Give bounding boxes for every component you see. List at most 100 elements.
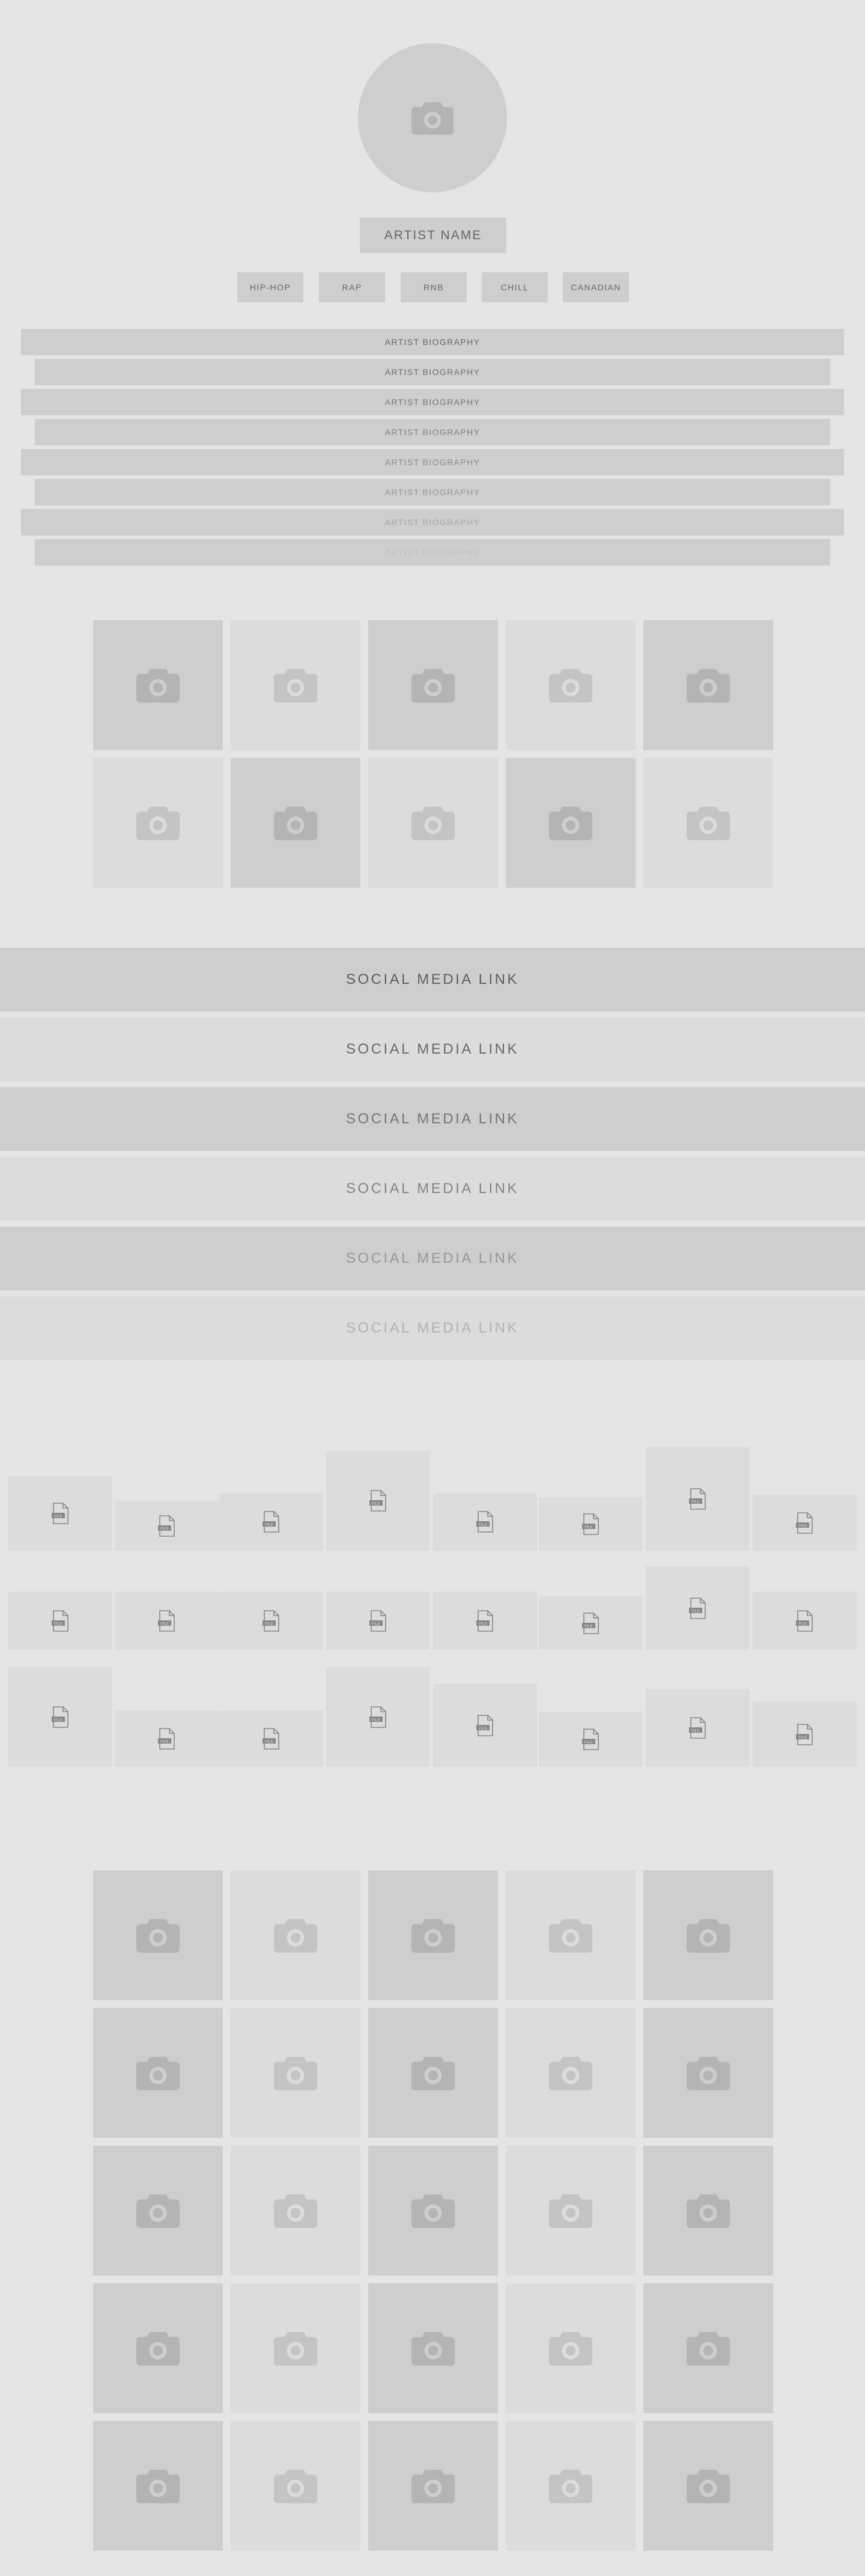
photo-tile[interactable] xyxy=(368,2146,498,2275)
genre-tag-hip-hop[interactable]: HIP-HOP xyxy=(237,272,303,302)
file-icon: FILE xyxy=(476,1714,494,1736)
file-badge: FILE xyxy=(54,1622,62,1626)
camera-icon xyxy=(272,2330,319,2367)
photo-tile[interactable] xyxy=(231,2146,360,2275)
social-media-link[interactable]: SOCIAL MEDIA LINK xyxy=(0,948,865,1012)
file-icon: FILE xyxy=(688,1488,707,1510)
file-item[interactable]: FILE xyxy=(539,1596,643,1650)
file-item[interactable]: FILE xyxy=(646,1689,750,1767)
file-item[interactable]: FILE xyxy=(646,1566,750,1650)
photo-tile[interactable] xyxy=(506,2146,636,2275)
photo-tile[interactable] xyxy=(643,620,773,750)
file-item[interactable]: FILE xyxy=(8,1592,112,1650)
photo-tile[interactable] xyxy=(93,620,223,750)
social-media-link[interactable]: SOCIAL MEDIA LINK xyxy=(0,1227,865,1290)
photo-tile[interactable] xyxy=(93,2008,223,2138)
photo-tile[interactable] xyxy=(231,620,360,750)
biography-line: ARTIST BIOGRAPHY xyxy=(35,419,830,445)
social-media-link[interactable]: SOCIAL MEDIA LINK xyxy=(0,1157,865,1221)
artist-avatar[interactable] xyxy=(358,43,507,192)
camera-icon xyxy=(547,2330,594,2367)
file-badge: FILE xyxy=(798,1735,807,1739)
file-item[interactable]: FILE xyxy=(433,1683,537,1767)
file-item[interactable]: FILE xyxy=(219,1493,323,1551)
biography-line: ARTIST BIOGRAPHY xyxy=(21,389,844,415)
file-badge: FILE xyxy=(372,1502,380,1506)
photo-tile[interactable] xyxy=(506,2008,636,2138)
camera-icon xyxy=(135,667,181,704)
photo-tile[interactable] xyxy=(368,2421,498,2551)
file-item[interactable]: FILE xyxy=(326,1667,430,1767)
photo-tile[interactable] xyxy=(368,620,498,750)
file-icon: FILE xyxy=(369,1490,387,1512)
social-media-link[interactable]: SOCIAL MEDIA LINK xyxy=(0,1087,865,1151)
photo-tile[interactable] xyxy=(231,1870,360,2000)
genre-tag-rap[interactable]: RAP xyxy=(319,272,385,302)
file-item[interactable]: FILE xyxy=(539,1712,643,1767)
photo-tile[interactable] xyxy=(368,758,498,888)
camera-icon xyxy=(547,667,594,704)
file-item[interactable]: FILE xyxy=(219,1592,323,1650)
camera-icon xyxy=(685,2467,732,2504)
file-icon: FILE xyxy=(795,1723,814,1745)
camera-icon xyxy=(410,2192,457,2229)
camera-icon xyxy=(547,2054,594,2092)
photo-tile[interactable] xyxy=(506,620,636,750)
file-item[interactable]: FILE xyxy=(8,1476,112,1551)
file-badge: FILE xyxy=(54,1515,62,1519)
file-badge: FILE xyxy=(479,1622,487,1626)
social-media-link[interactable]: SOCIAL MEDIA LINK xyxy=(0,1018,865,1081)
photo-tile[interactable] xyxy=(368,1870,498,2000)
file-item[interactable]: FILE xyxy=(8,1667,112,1767)
camera-icon xyxy=(135,1917,181,1954)
file-item[interactable]: FILE xyxy=(753,1592,857,1650)
file-item[interactable]: FILE xyxy=(539,1497,643,1551)
photo-tile[interactable] xyxy=(643,2008,773,2138)
file-item[interactable]: FILE xyxy=(326,1451,430,1551)
file-item[interactable]: FILE xyxy=(433,1493,537,1551)
genre-tag-rnb[interactable]: RNB xyxy=(401,272,467,302)
file-icon: FILE xyxy=(51,1610,70,1632)
file-item[interactable]: FILE xyxy=(753,1702,857,1767)
file-item[interactable]: FILE xyxy=(326,1592,430,1650)
file-icon: FILE xyxy=(369,1706,387,1728)
file-item[interactable]: FILE xyxy=(219,1711,323,1767)
file-badge: FILE xyxy=(584,1741,593,1745)
photo-tile[interactable] xyxy=(231,2283,360,2413)
file-badge: FILE xyxy=(265,1622,273,1626)
photo-tile[interactable] xyxy=(93,2421,223,2551)
file-item[interactable]: FILE xyxy=(753,1495,857,1551)
photo-tile[interactable] xyxy=(506,758,636,888)
file-item[interactable]: FILE xyxy=(646,1447,750,1551)
file-badge: FILE xyxy=(160,1527,169,1531)
photo-tile[interactable] xyxy=(231,2421,360,2551)
photo-tile[interactable] xyxy=(643,2421,773,2551)
genre-tag-chill[interactable]: CHILL xyxy=(482,272,548,302)
photo-tile[interactable] xyxy=(643,758,773,888)
camera-icon xyxy=(410,2054,457,2092)
photo-tile[interactable] xyxy=(93,2283,223,2413)
photo-tile[interactable] xyxy=(231,2008,360,2138)
photo-tile[interactable] xyxy=(93,1870,223,2000)
photo-tile[interactable] xyxy=(643,2146,773,2275)
photo-tile[interactable] xyxy=(643,2283,773,2413)
file-icon: FILE xyxy=(262,1728,281,1750)
photo-tile[interactable] xyxy=(368,2283,498,2413)
camera-icon xyxy=(685,2330,732,2367)
file-item[interactable]: FILE xyxy=(115,1501,219,1551)
photo-tile[interactable] xyxy=(93,2146,223,2275)
photo-tile[interactable] xyxy=(506,2421,636,2551)
photo-tile[interactable] xyxy=(93,758,223,888)
camera-icon xyxy=(272,1917,319,1954)
file-item[interactable]: FILE xyxy=(433,1592,537,1650)
file-item[interactable]: FILE xyxy=(115,1592,219,1650)
photo-tile[interactable] xyxy=(231,758,360,888)
photo-tile[interactable] xyxy=(643,1870,773,2000)
photo-tile[interactable] xyxy=(506,1870,636,2000)
file-item[interactable]: FILE xyxy=(115,1711,219,1767)
file-badge: FILE xyxy=(265,1523,273,1527)
photo-tile[interactable] xyxy=(506,2283,636,2413)
social-media-link[interactable]: SOCIAL MEDIA LINK xyxy=(0,1296,865,1360)
photo-tile[interactable] xyxy=(368,2008,498,2138)
genre-tag-canadian[interactable]: CANADIAN xyxy=(563,272,629,302)
